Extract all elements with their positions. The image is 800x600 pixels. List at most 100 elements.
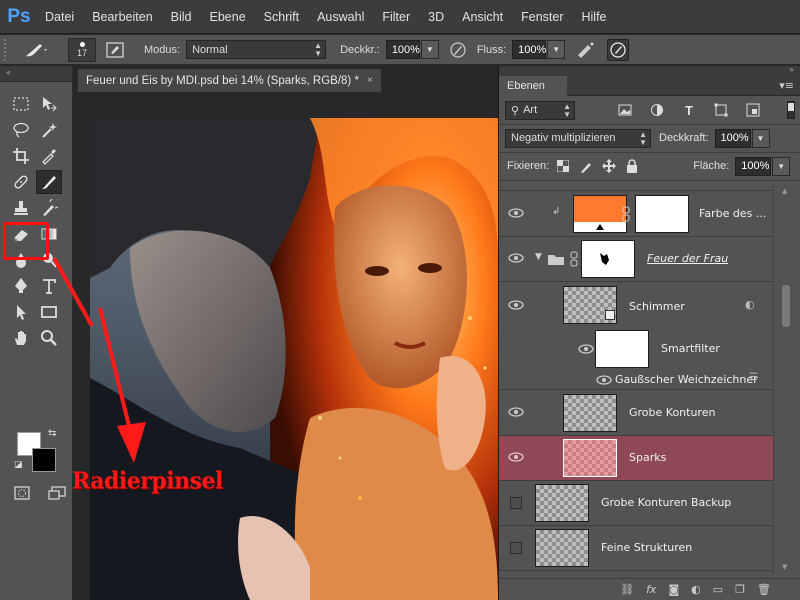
flow-input[interactable]: 100% — [512, 40, 546, 59]
filter-pixel-button[interactable] — [615, 101, 635, 119]
filter-shape-button[interactable] — [711, 101, 731, 119]
collapse-icon[interactable]: » — [789, 65, 794, 74]
filter-effect-row[interactable]: Gaußscher Weichzeichner ☰ — [499, 370, 773, 390]
magic-wand-tool[interactable] — [36, 118, 62, 142]
move-tool[interactable] — [36, 92, 62, 116]
trash-icon[interactable]: 🗑 — [757, 583, 771, 596]
pressure-opacity-toggle[interactable] — [447, 39, 469, 61]
layer-row-partial[interactable] — [499, 185, 773, 191]
smart-filter-row[interactable]: Smartfilter — [499, 328, 773, 370]
fx-button[interactable]: fx — [646, 583, 656, 596]
menu-hilfe[interactable]: Hilfe — [573, 10, 616, 24]
eye-icon[interactable] — [507, 405, 525, 419]
fill-input[interactable]: 100% — [735, 156, 772, 176]
chain-link-icon[interactable] — [569, 251, 579, 267]
visibility-checkbox[interactable] — [510, 497, 522, 509]
filter-kind-select[interactable]: ⚲ Art ▲ ▼ — [505, 100, 575, 120]
lock-pixels-button[interactable] — [577, 157, 595, 175]
filter-toggle-switch[interactable] — [787, 101, 795, 119]
healing-brush-tool[interactable] — [8, 170, 34, 194]
airbrush-toggle[interactable] — [575, 39, 597, 61]
brush-tool[interactable] — [36, 170, 62, 194]
menu-bild[interactable]: Bild — [162, 10, 201, 24]
scrollbar-thumb[interactable] — [782, 285, 790, 327]
swap-colors-icon[interactable]: ⇆ — [48, 428, 56, 439]
default-colors-icon[interactable]: ◪ — [14, 460, 23, 470]
adjustment-layer-icon[interactable]: ◐ — [691, 583, 701, 596]
filter-smartobject-button[interactable] — [743, 101, 763, 119]
add-mask-icon[interactable]: ◙ — [668, 583, 679, 596]
document-tab[interactable]: Feuer und Eis by MDI.psd bei 14% (Sparks… — [78, 69, 381, 92]
new-layer-icon[interactable]: ❐ — [735, 583, 745, 596]
lock-transparent-button[interactable] — [554, 157, 572, 175]
layer-row[interactable]: Grobe Konturen Backup — [499, 481, 773, 526]
menu-schrift[interactable]: Schrift — [255, 10, 308, 24]
flow-dropdown[interactable]: ▼ — [547, 40, 566, 59]
eye-icon[interactable] — [507, 251, 525, 265]
chain-link-icon[interactable] — [621, 206, 631, 222]
marquee-tool[interactable] — [8, 92, 34, 116]
layer-mask-thumbnail[interactable] — [635, 195, 689, 233]
layer-row[interactable]: Grobe Konturen — [499, 391, 773, 436]
menu-filter[interactable]: Filter — [373, 10, 419, 24]
visibility-checkbox[interactable] — [510, 542, 522, 554]
filter-adjustment-button[interactable] — [647, 101, 667, 119]
mode-select[interactable]: Normal ▲ ▼ — [186, 40, 327, 59]
menu-fenster[interactable]: Fenster — [512, 10, 572, 24]
menu-ebene[interactable]: Ebene — [201, 10, 255, 24]
fill-dropdown[interactable]: ▼ — [772, 156, 791, 176]
lasso-tool[interactable] — [8, 118, 34, 142]
link-layers-icon[interactable]: ⛓ — [620, 583, 634, 596]
history-brush-tool[interactable] — [36, 196, 62, 220]
path-selection-tool[interactable] — [8, 300, 34, 324]
lock-position-button[interactable] — [600, 157, 618, 175]
menu-3d[interactable]: 3D — [419, 10, 453, 24]
brush-panel-toggle[interactable] — [104, 39, 126, 61]
layer-row[interactable]: ↲ Farbe des ... — [499, 192, 773, 237]
opacity-dropdown[interactable]: ▼ — [420, 40, 439, 59]
quick-mask-button[interactable] — [12, 484, 32, 502]
eye-icon[interactable] — [507, 450, 525, 464]
menu-ansicht[interactable]: Ansicht — [453, 10, 512, 24]
panel-menu-icon[interactable]: ▾≡ — [779, 79, 794, 92]
eyedropper-tool[interactable] — [36, 144, 62, 168]
layers-scrollbar[interactable]: ▲ ▼ — [773, 185, 800, 573]
tools-panel-collapse[interactable]: « — [0, 66, 72, 82]
hand-tool[interactable] — [8, 326, 34, 350]
lock-all-button[interactable] — [623, 157, 641, 175]
menu-auswahl[interactable]: Auswahl — [308, 10, 373, 24]
filter-type-button[interactable]: T — [679, 101, 699, 119]
layer-mask-thumbnail[interactable] — [581, 240, 635, 278]
scroll-up-icon[interactable]: ▲ — [782, 187, 787, 195]
tab-ebenen[interactable]: Ebenen — [499, 76, 567, 96]
menu-datei[interactable]: Datei — [36, 10, 83, 24]
layer-row-selected[interactable]: Sparks — [499, 436, 773, 481]
close-icon[interactable]: × — [367, 75, 373, 86]
layer-opacity-dropdown[interactable]: ▼ — [751, 128, 770, 148]
eye-icon[interactable] — [577, 342, 595, 356]
layer-row[interactable]: Feine Strukturen — [499, 526, 773, 571]
background-color[interactable] — [32, 448, 56, 472]
opacity-input[interactable]: 100% — [385, 40, 420, 59]
eye-icon[interactable] — [507, 298, 525, 312]
screen-mode-button[interactable] — [46, 484, 68, 502]
layer-group-row[interactable]: ▼ Feuer der Frau — [499, 237, 773, 282]
smart-filter-mask-thumbnail[interactable] — [595, 330, 649, 368]
smart-object-icon — [746, 103, 760, 117]
pressure-size-toggle[interactable] — [607, 38, 630, 61]
brush-size-picker[interactable]: 17 — [68, 37, 96, 62]
new-group-icon[interactable]: ▭ — [713, 583, 723, 596]
crop-tool[interactable] — [8, 144, 34, 168]
eye-icon[interactable] — [507, 206, 525, 220]
filter-options-icon[interactable]: ☰ — [749, 372, 758, 383]
tool-preset-picker[interactable] — [18, 38, 54, 62]
layer-opacity-input[interactable]: 100% — [714, 128, 751, 148]
clone-stamp-tool[interactable] — [8, 196, 34, 220]
pen-tool[interactable] — [8, 274, 34, 298]
menu-bearbeiten[interactable]: Bearbeiten — [83, 10, 161, 24]
scroll-down-icon[interactable]: ▼ — [782, 563, 787, 571]
eye-icon[interactable] — [595, 373, 613, 387]
smart-filter-indicator-icon[interactable]: ◐ — [745, 298, 755, 311]
blend-mode-select[interactable]: Negativ multiplizieren ▲ ▼ — [505, 128, 651, 148]
disclosure-triangle-icon[interactable]: ▼ — [535, 252, 542, 262]
